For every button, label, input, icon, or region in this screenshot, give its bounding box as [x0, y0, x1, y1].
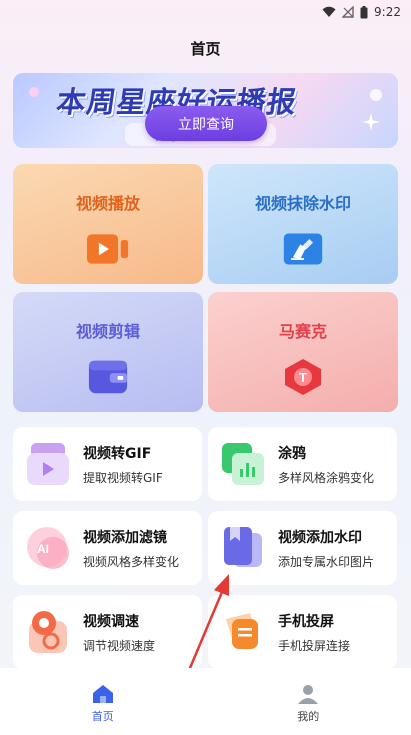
tool-card-desc: 提取视频转GIF [83, 470, 163, 485]
status-bar: 9:22 [0, 0, 411, 24]
tool-card-video-filter[interactable]: AI 视频添加滤镜 视频风格多样变化 [13, 511, 202, 585]
mosaic-t-icon: T [282, 358, 324, 396]
tool-card-title: 视频调速 [83, 613, 139, 630]
feature-card-label: 视频剪辑 [75, 322, 140, 341]
feature-card-label: 视频抹除水印 [254, 194, 351, 213]
signal-off-icon [342, 6, 354, 18]
home-icon [92, 685, 113, 703]
tool-card-title: 视频添加滤镜 [83, 529, 167, 546]
sparkle-icon [362, 113, 380, 131]
profile-icon [298, 685, 319, 704]
bottom-tab-bar: 首页 我的 [0, 668, 411, 735]
tool-card-desc: 添加专属水印图片 [278, 554, 375, 569]
ai-filter-icon: AI [25, 525, 71, 571]
banner-decoration [29, 87, 39, 97]
feature-card-video-edit[interactable]: 视频剪辑 [13, 292, 203, 412]
tool-card-desc: 视频风格多样变化 [83, 554, 180, 569]
tool-card-desc: 手机投屏连接 [278, 638, 351, 653]
battery-icon [360, 5, 368, 18]
wifi-icon [322, 6, 336, 17]
tool-card-title: 涂鸦 [278, 445, 306, 462]
feature-card-mosaic[interactable]: 马赛克 T [208, 292, 398, 412]
tab-profile[interactable]: 我的 [206, 668, 411, 735]
tool-card-title: 手机投屏 [278, 613, 334, 630]
svg-text:AI: AI [37, 542, 49, 556]
page-title: 首页 [190, 40, 221, 58]
feature-card-remove-watermark[interactable]: 视频抹除水印 [208, 164, 398, 284]
tab-label: 我的 [297, 710, 320, 723]
feature-card-video-play[interactable]: 视频播放 [13, 164, 203, 284]
tab-label: 首页 [91, 710, 114, 723]
tab-home[interactable]: 首页 [0, 668, 206, 735]
doodle-chart-icon [220, 441, 266, 487]
tool-card-screen-cast[interactable]: 手机投屏 手机投屏连接 [208, 595, 397, 669]
gif-convert-icon [25, 441, 71, 487]
tool-card-title: 视频转GIF [83, 445, 152, 462]
status-time: 9:22 [374, 5, 401, 19]
bookmark-watermark-icon [220, 525, 266, 571]
wallet-clip-icon [87, 358, 129, 396]
tool-card-doodle[interactable]: 涂鸦 多样风格涂鸦变化 [208, 427, 397, 501]
tool-card-video-to-gif[interactable]: 视频转GIF 提取视频转GIF [13, 427, 202, 501]
query-now-button[interactable]: 立即查询 [145, 106, 267, 141]
tool-card-desc: 调节视频速度 [83, 638, 156, 653]
tool-card-title: 视频添加水印 [278, 529, 362, 546]
screen-cast-icon [220, 609, 266, 655]
tool-card-video-watermark[interactable]: 视频添加水印 添加专属水印图片 [208, 511, 397, 585]
feature-card-label: 马赛克 [278, 322, 327, 341]
tool-card-desc: 多样风格涂鸦变化 [278, 470, 375, 485]
banner-decoration [370, 89, 382, 101]
svg-text:T: T [299, 370, 307, 385]
feature-card-label: 视频播放 [75, 194, 140, 213]
speed-dial-icon [25, 609, 71, 655]
eraser-icon [282, 230, 324, 268]
tool-card-video-speed[interactable]: 视频调速 调节视频速度 [13, 595, 202, 669]
video-play-icon [87, 230, 129, 268]
